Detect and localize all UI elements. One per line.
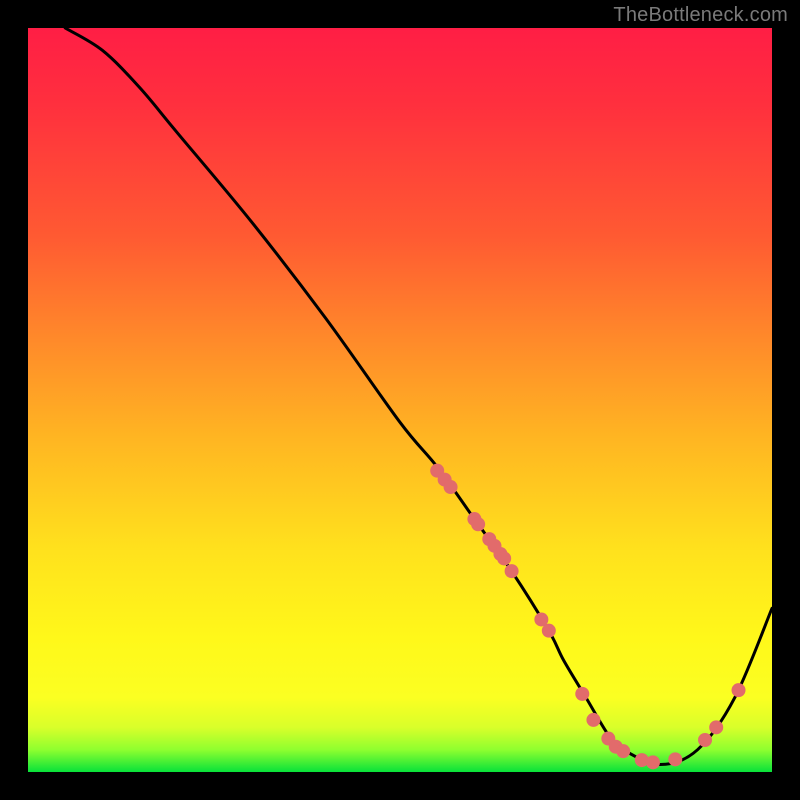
marker-dot: [732, 683, 746, 697]
plot-area: [28, 28, 772, 772]
marker-dot: [505, 564, 519, 578]
marker-dot: [542, 624, 556, 638]
curve-overlay: [28, 28, 772, 772]
marker-dot: [616, 744, 630, 758]
marker-dot: [444, 480, 458, 494]
marker-dot: [497, 551, 511, 565]
marker-dot: [471, 517, 485, 531]
watermark-text: TheBottleneck.com: [613, 4, 788, 27]
marker-dot: [646, 755, 660, 769]
marker-dot: [575, 687, 589, 701]
marker-dot: [487, 539, 501, 553]
marker-dot: [438, 473, 452, 487]
marker-group-dots: [430, 464, 745, 770]
marker-dot: [467, 512, 481, 526]
marker-dot: [493, 547, 507, 561]
marker-dot: [601, 732, 615, 746]
marker-dot: [609, 740, 623, 754]
marker-dot: [635, 753, 649, 767]
stage: TheBottleneck.com: [0, 0, 800, 800]
marker-dot: [534, 612, 548, 626]
marker-dot: [698, 733, 712, 747]
marker-dot: [709, 720, 723, 734]
bottleneck-curve: [65, 28, 772, 765]
marker-dot: [668, 752, 682, 766]
marker-dot: [430, 464, 444, 478]
marker-dot: [586, 713, 600, 727]
marker-dot: [482, 532, 496, 546]
